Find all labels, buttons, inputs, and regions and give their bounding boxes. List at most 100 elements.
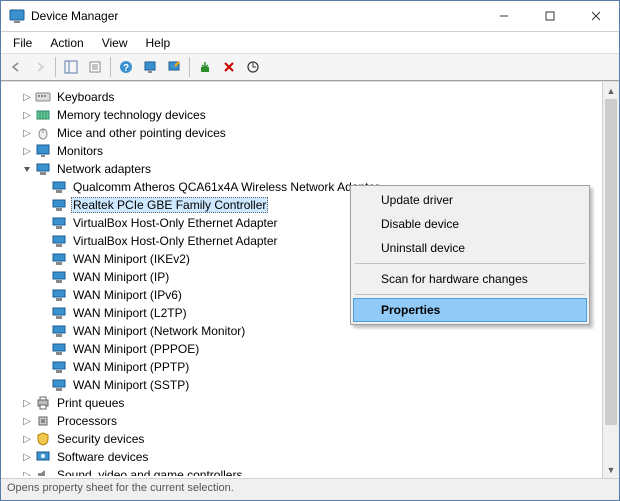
window-controls [481, 1, 619, 31]
monitor-button[interactable] [139, 56, 161, 78]
network-adapter-icon [51, 377, 67, 393]
ctx-properties[interactable]: Properties [353, 298, 587, 322]
forward-button[interactable] [29, 56, 51, 78]
ctx-update-driver[interactable]: Update driver [353, 188, 587, 212]
toolbar: ? [1, 53, 619, 81]
network-adapter-icon [51, 269, 67, 285]
tree-label: Sound, video and game controllers [55, 467, 244, 476]
menu-help[interactable]: Help [138, 34, 179, 52]
scan-button[interactable] [163, 56, 185, 78]
tree-label: Qualcomm Atheros QCA61x4A Wireless Netwo… [71, 179, 381, 195]
network-adapter-icon [51, 359, 67, 375]
tree-label: Keyboards [55, 89, 116, 105]
properties-button[interactable] [84, 56, 106, 78]
expand-icon[interactable]: ▷ [21, 434, 33, 445]
menubar: File Action View Help [1, 32, 619, 53]
tree-label: WAN Miniport (IP) [71, 269, 171, 285]
help-button[interactable]: ? [115, 56, 137, 78]
tree-item-network-adapter[interactable]: WAN Miniport (PPTP) [7, 358, 617, 376]
tree-label: VirtualBox Host-Only Ethernet Adapter [71, 215, 280, 231]
menu-action[interactable]: Action [42, 34, 91, 52]
scroll-thumb[interactable] [605, 99, 617, 425]
status-text: Opens property sheet for the current sel… [7, 482, 234, 494]
back-button[interactable] [5, 56, 27, 78]
menu-view[interactable]: View [94, 34, 136, 52]
network-adapter-icon [51, 341, 67, 357]
tree-label: WAN Miniport (IPv6) [71, 287, 184, 303]
expand-icon[interactable]: ▷ [21, 92, 33, 103]
tree-label: Print queues [55, 395, 126, 411]
separator [55, 57, 56, 77]
mouse-icon [35, 125, 51, 141]
network-adapter-icon [51, 233, 67, 249]
expand-icon[interactable]: ▷ [21, 416, 33, 427]
tree-label: WAN Miniport (PPTP) [71, 359, 191, 375]
expand-icon[interactable]: ▷ [21, 146, 33, 157]
tree-item-network-adapter[interactable]: WAN Miniport (SSTP) [7, 376, 617, 394]
tree-category-monitors[interactable]: ▷ Monitors [7, 142, 617, 160]
vertical-scrollbar[interactable]: ▲ ▼ [602, 82, 619, 478]
tree-category-software[interactable]: ▷ Software devices [7, 448, 617, 466]
menu-file[interactable]: File [5, 34, 40, 52]
tree-category-sound[interactable]: ▷ Sound, video and game controllers [7, 466, 617, 476]
tree-label: VirtualBox Host-Only Ethernet Adapter [71, 233, 280, 249]
ctx-disable-device[interactable]: Disable device [353, 212, 587, 236]
separator [189, 57, 190, 77]
tree-label: Memory technology devices [55, 107, 208, 123]
scroll-down-button[interactable]: ▼ [603, 461, 619, 478]
tree-label: WAN Miniport (SSTP) [71, 377, 191, 393]
ctx-scan-hardware[interactable]: Scan for hardware changes [353, 267, 587, 291]
separator [110, 57, 111, 77]
show-hide-tree-button[interactable] [60, 56, 82, 78]
context-menu: Update driver Disable device Uninstall d… [350, 185, 590, 325]
svg-text:?: ? [123, 63, 129, 74]
content-area: ▷ Keyboards ▷ Memory technology devices … [1, 81, 619, 478]
update-button[interactable] [242, 56, 264, 78]
scroll-up-button[interactable]: ▲ [603, 82, 619, 99]
shield-icon [35, 431, 51, 447]
tree-category-network-adapters[interactable]: Network adapters [7, 160, 617, 178]
sound-icon [35, 467, 51, 476]
ctx-uninstall-device[interactable]: Uninstall device [353, 236, 587, 260]
tree-label: Monitors [55, 143, 105, 159]
network-icon [35, 161, 51, 177]
maximize-button[interactable] [527, 1, 573, 31]
tree-category-mice[interactable]: ▷ Mice and other pointing devices [7, 124, 617, 142]
tree-label: Realtek PCIe GBE Family Controller [71, 197, 268, 213]
uninstall-button[interactable] [218, 56, 240, 78]
expand-icon[interactable]: ▷ [21, 110, 33, 121]
ctx-separator [355, 294, 585, 295]
device-manager-window: Device Manager File Action View Help ? ▷ [0, 0, 620, 501]
network-adapter-icon [51, 197, 67, 213]
network-adapter-icon [51, 287, 67, 303]
tree-item-network-adapter[interactable]: WAN Miniport (PPPOE) [7, 340, 617, 358]
statusbar: Opens property sheet for the current sel… [1, 478, 619, 500]
expand-icon[interactable]: ▷ [21, 452, 33, 463]
tree-category-processors[interactable]: ▷ Processors [7, 412, 617, 430]
keyboard-icon [35, 89, 51, 105]
minimize-button[interactable] [481, 1, 527, 31]
network-adapter-icon [51, 179, 67, 195]
tree-category-keyboards[interactable]: ▷ Keyboards [7, 88, 617, 106]
close-button[interactable] [573, 1, 619, 31]
tree-label: WAN Miniport (IKEv2) [71, 251, 192, 267]
network-adapter-icon [51, 215, 67, 231]
tree-category-security[interactable]: ▷ Security devices [7, 430, 617, 448]
ctx-separator [355, 263, 585, 264]
memory-icon [35, 107, 51, 123]
scroll-track[interactable] [603, 99, 619, 461]
tree-label: Mice and other pointing devices [55, 125, 228, 141]
tree-label: WAN Miniport (Network Monitor) [71, 323, 247, 339]
tree-category-memory[interactable]: ▷ Memory technology devices [7, 106, 617, 124]
expand-icon[interactable]: ▷ [21, 398, 33, 409]
collapse-icon[interactable] [21, 165, 33, 174]
network-adapter-icon [51, 251, 67, 267]
app-icon [9, 8, 25, 24]
expand-icon[interactable]: ▷ [21, 128, 33, 139]
tree-label: Security devices [55, 431, 146, 447]
expand-icon[interactable]: ▷ [21, 470, 33, 477]
tree-label: Software devices [55, 449, 150, 465]
tree-category-print-queues[interactable]: ▷ Print queues [7, 394, 617, 412]
install-button[interactable] [194, 56, 216, 78]
network-adapter-icon [51, 305, 67, 321]
